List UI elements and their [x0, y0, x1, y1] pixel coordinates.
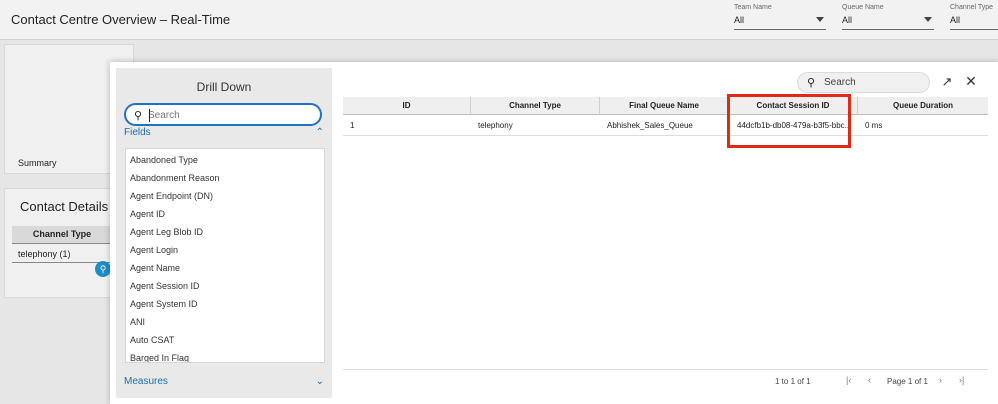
- field-item[interactable]: Agent System ID: [130, 299, 198, 309]
- measures-label: Measures: [124, 376, 168, 387]
- close-icon[interactable]: ✕: [963, 73, 979, 89]
- cell-queue-duration[interactable]: 0 ms: [858, 117, 988, 135]
- column-header-channel-type[interactable]: Channel Type: [471, 97, 600, 115]
- fields-section-header[interactable]: Fields ⌃: [124, 127, 324, 138]
- prev-page-icon[interactable]: ‹: [868, 375, 871, 385]
- fields-search-input[interactable]: [148, 108, 308, 122]
- fields-panel: Drill Down ⚲ Fields ⌃ Abandoned Type Aba…: [116, 68, 332, 398]
- filter-label: Channel Type: [950, 4, 994, 11]
- channel-type-header[interactable]: Channel Type: [12, 226, 112, 244]
- caret-down-icon: [924, 17, 932, 22]
- field-item[interactable]: Agent Login: [130, 245, 178, 255]
- field-item[interactable]: Agent Leg Blob ID: [130, 227, 203, 237]
- field-item[interactable]: Abandonment Reason: [130, 173, 220, 183]
- field-item[interactable]: ANI: [130, 317, 145, 327]
- first-page-icon[interactable]: |‹: [846, 375, 851, 385]
- column-header-id[interactable]: ID: [343, 97, 471, 115]
- grid-search-placeholder: Search: [824, 77, 856, 88]
- filter-team-name[interactable]: Team Name All: [734, 4, 826, 30]
- contact-details-title: Contact Details C: [20, 199, 122, 214]
- grid-footer-divider: [343, 369, 988, 370]
- caret-down-icon: [816, 17, 824, 22]
- cell-channel-type[interactable]: telephony: [471, 117, 600, 135]
- channel-type-cell[interactable]: telephony (1): [12, 247, 112, 263]
- field-item[interactable]: Barged In Flag: [130, 353, 189, 362]
- cell-final-queue-name[interactable]: Abhishek_Sales_Queue: [600, 117, 729, 135]
- page-indicator: Page 1 of 1: [887, 377, 928, 386]
- fields-search-box[interactable]: ⚲: [124, 103, 322, 126]
- field-item[interactable]: Agent Endpoint (DN): [130, 191, 213, 201]
- page-title: Contact Centre Overview – Real-Time: [11, 12, 231, 27]
- next-page-icon[interactable]: ›: [939, 375, 942, 385]
- grid-search-box[interactable]: ⚲ Search: [797, 72, 930, 93]
- zoom-in-icon[interactable]: ⚲: [95, 261, 111, 277]
- field-item[interactable]: Abandoned Type: [130, 155, 198, 165]
- cell-id[interactable]: 1: [343, 117, 471, 135]
- filter-channel-type[interactable]: Channel Type All: [950, 4, 998, 30]
- filter-value: All: [950, 15, 961, 25]
- chevron-up-icon[interactable]: ⌃: [316, 127, 324, 138]
- field-item[interactable]: Agent Name: [130, 263, 180, 273]
- text-cursor: [149, 109, 150, 122]
- field-item[interactable]: Agent ID: [130, 209, 165, 219]
- filter-label: Queue Name: [842, 4, 884, 11]
- measures-section-header[interactable]: Measures ⌄: [124, 376, 324, 387]
- open-in-new-icon[interactable]: ↗: [939, 74, 955, 90]
- fields-list: Abandoned Type Abandonment Reason Agent …: [125, 148, 325, 363]
- row-divider: [343, 135, 988, 136]
- column-header-queue-duration[interactable]: Queue Duration: [858, 97, 988, 115]
- filter-value: All: [734, 15, 745, 25]
- drill-down-title: Drill Down: [196, 80, 252, 94]
- dashboard-header: Contact Centre Overview – Real-Time Team…: [0, 0, 998, 40]
- highlight-box: [727, 94, 851, 148]
- fields-label: Fields: [124, 127, 151, 138]
- filter-value: All: [842, 15, 853, 25]
- filter-queue-name[interactable]: Queue Name All: [842, 4, 934, 30]
- last-page-icon[interactable]: ›|: [959, 375, 964, 385]
- summary-label: Summary: [18, 158, 57, 168]
- search-icon: ⚲: [134, 110, 143, 122]
- field-item[interactable]: Agent Session ID: [130, 281, 200, 291]
- search-icon: ⚲: [807, 77, 816, 89]
- field-item[interactable]: Auto CSAT: [130, 335, 174, 345]
- column-header-final-queue-name[interactable]: Final Queue Name: [600, 97, 729, 115]
- filter-label: Team Name: [734, 4, 772, 11]
- row-count: 1 to 1 of 1: [775, 377, 811, 386]
- drill-down-modal: Drill Down ⚲ Fields ⌃ Abandoned Type Aba…: [110, 62, 998, 404]
- chevron-down-icon[interactable]: ⌄: [316, 376, 324, 387]
